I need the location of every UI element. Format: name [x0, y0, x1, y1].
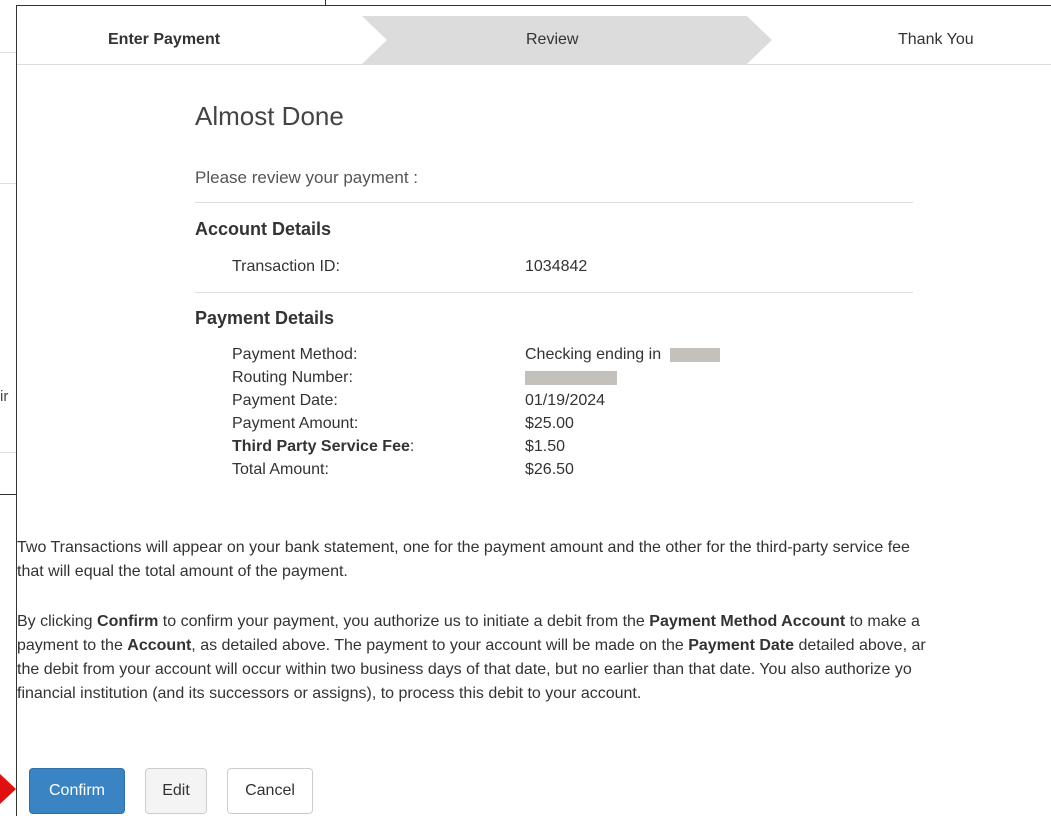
- payment-details-title: Payment Details: [195, 308, 335, 328]
- red-arrow-icon: [0, 774, 16, 804]
- auth-payment-date-term: Payment Date: [688, 637, 795, 654]
- authorization-line: By clicking Confirm to confirm your paym…: [17, 610, 1051, 634]
- redacted-account-digits: [669, 347, 720, 362]
- payment-review-dialog: Enter Payment Review Thank You Almost Do…: [16, 5, 1051, 816]
- background-text-fragment: ir: [0, 388, 9, 405]
- payment-amount-value: $25.00: [525, 415, 574, 432]
- service-fee-label-text: Third Party Service Fee: [232, 438, 410, 455]
- auth-payment-method-term: Payment Method Account: [649, 613, 846, 630]
- notice-line: that will equal the total amount of the …: [17, 563, 348, 580]
- authorization-line: financial institution (and its successor…: [17, 685, 642, 702]
- step-indicator: Enter Payment Review Thank You: [17, 16, 1051, 65]
- auth-account-term: Account: [127, 637, 192, 654]
- total-amount-value: $26.50: [525, 461, 574, 478]
- redacted-routing-number: [525, 370, 617, 385]
- step-thank-you: Thank You: [898, 31, 974, 48]
- authorization-line: the debit from your account will occur w…: [17, 661, 912, 678]
- section-divider: [195, 202, 913, 203]
- service-fee-label-colon: :: [409, 438, 415, 455]
- payment-method-text: Checking ending in: [525, 346, 662, 363]
- auth-confirm-term: Confirm: [97, 613, 159, 630]
- notice-line: Two Transactions will appear on your ban…: [17, 539, 910, 556]
- account-details-title: Account Details: [195, 219, 332, 239]
- payment-date-value: 01/19/2024: [525, 392, 606, 409]
- routing-number-label: Routing Number:: [232, 369, 353, 386]
- transaction-id-label: Transaction ID:: [232, 258, 340, 275]
- auth-text: By clicking: [17, 613, 98, 630]
- transaction-id-value: 1034842: [525, 258, 588, 275]
- page-title: Almost Done: [195, 101, 344, 131]
- service-fee-label: Third Party Service Fee:: [232, 438, 414, 456]
- auth-text: detailed above, ar: [794, 637, 926, 654]
- step-review: Review: [526, 31, 579, 48]
- bank-statement-notice: Two Transactions will appear on your ban…: [17, 536, 1051, 584]
- payment-method-label: Payment Method:: [232, 346, 358, 363]
- cancel-button[interactable]: Cancel: [227, 768, 313, 814]
- authorization-line: payment to the Account, as detailed abov…: [17, 634, 1051, 658]
- auth-text: to confirm your payment, you authorize u…: [158, 613, 650, 630]
- payment-amount-label: Payment Amount:: [232, 415, 359, 432]
- total-amount-label: Total Amount:: [232, 461, 329, 478]
- page-subtitle: Please review your payment :: [195, 168, 418, 187]
- section-divider: [195, 292, 913, 293]
- routing-number-value: [525, 369, 617, 387]
- auth-text: , as detailed above. The payment to your…: [191, 637, 689, 654]
- screen: ir Enter Payment Review Thank You Almost…: [0, 0, 1051, 816]
- confirm-button[interactable]: Confirm: [29, 768, 125, 814]
- payment-method-value: Checking ending in: [525, 346, 720, 364]
- edit-button[interactable]: Edit: [145, 768, 207, 814]
- service-fee-value: $1.50: [525, 438, 566, 455]
- payment-date-label: Payment Date:: [232, 392, 338, 409]
- auth-text: payment to the: [17, 637, 128, 654]
- step-enter-payment: Enter Payment: [108, 31, 221, 48]
- auth-text: to make a: [845, 613, 920, 630]
- authorization-text: By clicking Confirm to confirm your paym…: [17, 610, 1051, 706]
